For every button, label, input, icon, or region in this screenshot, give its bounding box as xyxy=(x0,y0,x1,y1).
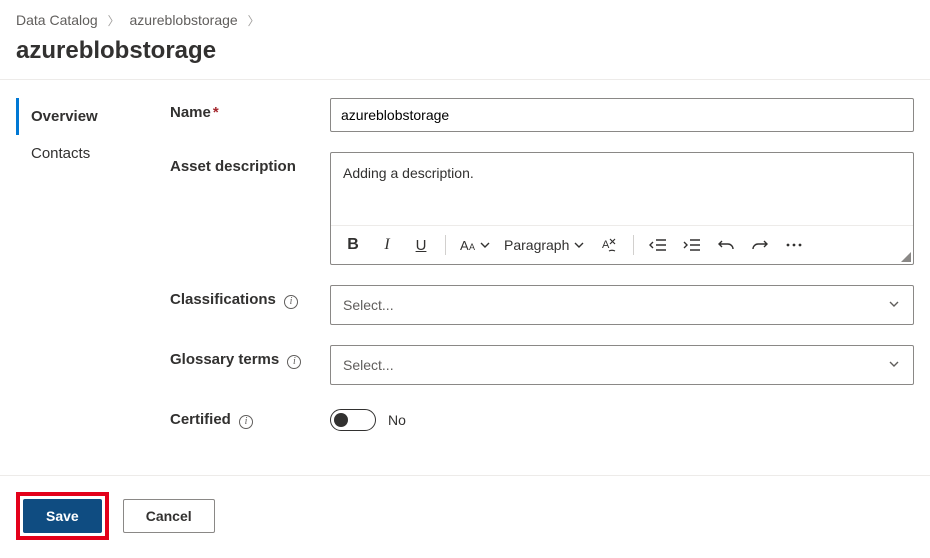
save-button[interactable]: Save xyxy=(23,499,102,533)
certified-label: Certified i xyxy=(170,405,330,429)
chevron-right-icon: 〉 xyxy=(248,14,260,28)
info-icon[interactable]: i xyxy=(284,295,298,309)
required-indicator: * xyxy=(213,104,219,121)
certified-value: No xyxy=(388,412,406,428)
redo-button[interactable] xyxy=(750,234,770,256)
indent-button[interactable] xyxy=(682,234,702,256)
footer: Save Cancel xyxy=(0,475,930,556)
paragraph-style-button[interactable]: Paragraph xyxy=(504,234,585,256)
more-button[interactable] xyxy=(784,234,804,256)
outdent-button[interactable] xyxy=(648,234,668,256)
certified-toggle[interactable] xyxy=(330,409,376,431)
classifications-select[interactable]: Select... xyxy=(330,285,914,325)
breadcrumb-item[interactable]: azureblobstorage xyxy=(130,12,238,28)
asset-description-label: Asset description xyxy=(170,152,330,175)
rich-text-toolbar: B I U AA Paragraph A xyxy=(331,225,913,264)
breadcrumb: Data Catalog 〉 azureblobstorage 〉 xyxy=(0,0,930,37)
svg-text:A: A xyxy=(602,239,610,251)
resize-handle[interactable] xyxy=(901,252,911,262)
info-icon[interactable]: i xyxy=(239,415,253,429)
bold-button[interactable]: B xyxy=(343,234,363,256)
cancel-button[interactable]: Cancel xyxy=(123,499,215,533)
clear-format-button[interactable]: A xyxy=(599,234,619,256)
glossary-placeholder: Select... xyxy=(343,357,394,373)
chevron-right-icon: 〉 xyxy=(108,14,120,28)
page-title: azureblobstorage xyxy=(0,37,930,79)
name-input[interactable] xyxy=(330,98,914,132)
sidenav-item-overview[interactable]: Overview xyxy=(16,98,146,135)
font-size-button[interactable]: AA xyxy=(460,234,490,256)
italic-button[interactable]: I xyxy=(377,234,397,256)
undo-button[interactable] xyxy=(716,234,736,256)
chevron-down-icon xyxy=(887,297,901,314)
classifications-placeholder: Select... xyxy=(343,297,394,313)
svg-text:A: A xyxy=(460,238,469,253)
side-nav: Overview Contacts xyxy=(16,98,146,451)
toolbar-separator xyxy=(445,235,446,255)
classifications-label: Classifications i xyxy=(170,285,330,309)
toolbar-separator xyxy=(633,235,634,255)
name-label: Name* xyxy=(170,98,330,121)
glossary-label: Glossary terms i xyxy=(170,345,330,369)
highlight-box: Save xyxy=(16,492,109,540)
underline-button[interactable]: U xyxy=(411,234,431,256)
svg-text:A: A xyxy=(469,242,475,252)
chevron-down-icon xyxy=(887,357,901,374)
sidenav-item-contacts[interactable]: Contacts xyxy=(16,135,146,172)
info-icon[interactable]: i xyxy=(287,355,301,369)
description-textarea[interactable]: Adding a description. xyxy=(331,153,913,225)
rich-text-editor: Adding a description. B I U AA Paragraph xyxy=(330,152,914,265)
breadcrumb-root[interactable]: Data Catalog xyxy=(16,12,98,28)
glossary-select[interactable]: Select... xyxy=(330,345,914,385)
form: Name* Asset description Adding a descrip… xyxy=(170,98,914,451)
toggle-knob xyxy=(334,413,348,427)
